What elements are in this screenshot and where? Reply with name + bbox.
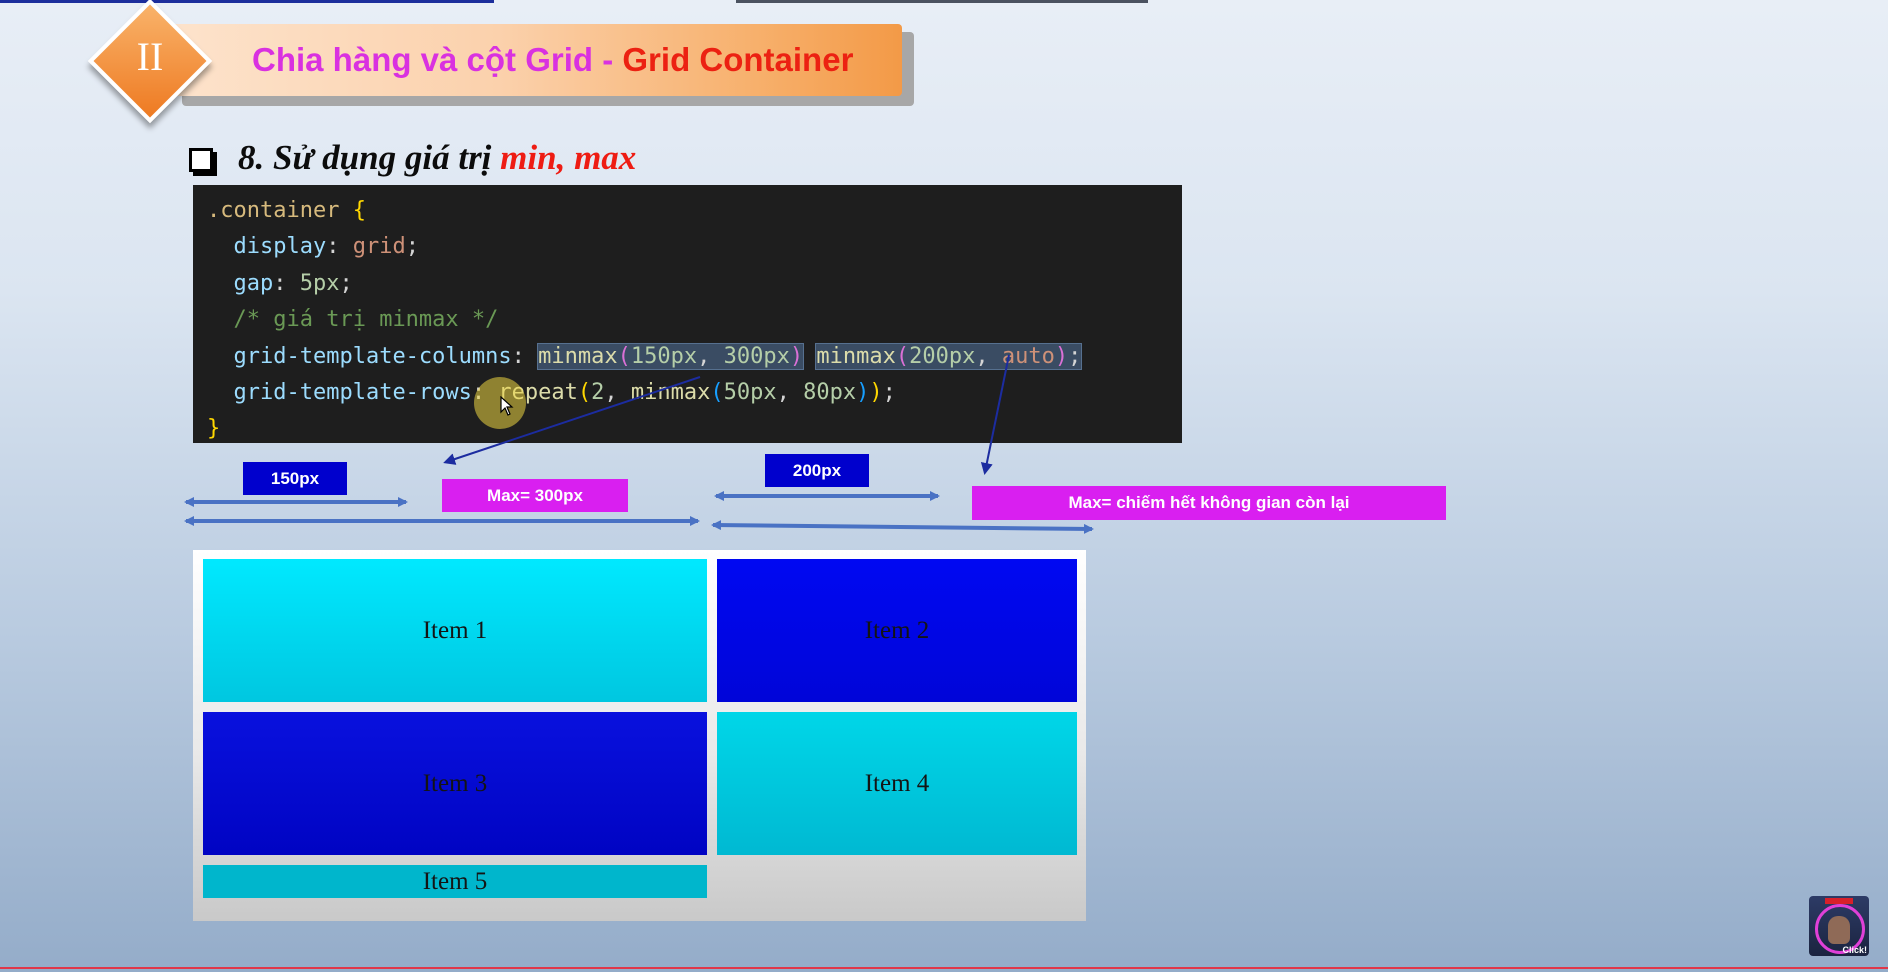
code-selector: .container (207, 198, 340, 223)
code-arg: 300px (723, 344, 790, 369)
label-col1-max: Max= 300px (442, 479, 628, 512)
code-arg: 80px (803, 380, 857, 405)
grid-item-1: Item 1 (203, 559, 707, 702)
section-heading-accent: min, max (500, 138, 637, 177)
section-heading-text: 8. Sử dụng giá trị (238, 138, 501, 177)
arrow-col2-max (711, 520, 1094, 534)
slide-title-main: Chia hàng và cột Grid - (252, 41, 623, 78)
code-line-6: grid-template-rows: repeat(2, minmax(50p… (233, 380, 896, 405)
grid-item-5: Item 5 (203, 865, 707, 898)
checkbox-bullet-icon (189, 148, 213, 172)
code-columns-prop: grid-template-columns (233, 344, 512, 369)
code-line-2: display: grid; (233, 234, 419, 259)
section-heading: 8. Sử dụng giá trị min, max (238, 138, 636, 178)
grid-item-2: Item 2 (717, 559, 1077, 702)
label-col1-min: 150px (243, 462, 347, 495)
top-bar-right (736, 0, 1148, 3)
code-gap-prop: gap (233, 271, 274, 296)
grid-item-4: Item 4 (717, 712, 1077, 855)
code-arg: auto (1001, 344, 1055, 369)
top-bar-left (0, 0, 494, 3)
code-display-prop: display (233, 234, 327, 259)
code-line-5: grid-template-columns: minmax(150px, 300… (233, 343, 1083, 370)
code-line-3: gap: 5px; (233, 271, 353, 296)
code-fn-minmax: minmax (630, 380, 711, 405)
section-numeral: II (136, 34, 164, 79)
avatar (1828, 916, 1850, 944)
slide-title: Chia hàng và cột Grid - Grid Container (252, 24, 853, 96)
label-col2-max: Max= chiếm hết không gian còn lại (972, 486, 1446, 520)
code-line-1: .container { (207, 194, 366, 228)
code-gap-value: 5px (299, 271, 340, 296)
channel-avatar-badge[interactable]: Click! (1809, 896, 1869, 956)
title-banner: Chia hàng và cột Grid - Grid Container (170, 24, 902, 96)
code-fn-minmax: minmax (538, 344, 618, 369)
code-comment: /* giá trị minmax */ (233, 307, 499, 332)
label-col2-min: 200px (765, 454, 869, 487)
code-highlight-minmax-2: minmax(200px, auto); (815, 343, 1083, 370)
badge-text: Click! (1842, 945, 1867, 955)
grid-item-3: Item 3 (203, 712, 707, 855)
code-arg: 150px (630, 344, 698, 369)
code-open-brace: { (339, 198, 366, 223)
code-line-7: } (207, 412, 220, 446)
code-display-value: grid (352, 234, 406, 259)
code-block: .container { display: grid; gap: 5px; /*… (193, 185, 1182, 443)
grid-container-demo: Item 1 Item 2 Item 3 Item 4 Item 5 (193, 550, 1086, 921)
mouse-pointer-icon (500, 396, 514, 416)
slide-title-accent: Grid Container (622, 41, 854, 78)
code-arg: 50px (723, 380, 777, 405)
code-rows-prop: grid-template-rows (233, 380, 472, 405)
bottom-progress-line (0, 967, 1888, 969)
code-line-4: /* giá trị minmax */ (207, 303, 499, 337)
code-arg: 200px (909, 344, 976, 369)
code-highlight-minmax-1: minmax(150px, 300px) (537, 343, 805, 370)
code-close-brace: } (207, 416, 221, 441)
code-arg: 2 (591, 380, 605, 405)
code-fn-minmax: minmax (816, 344, 896, 369)
